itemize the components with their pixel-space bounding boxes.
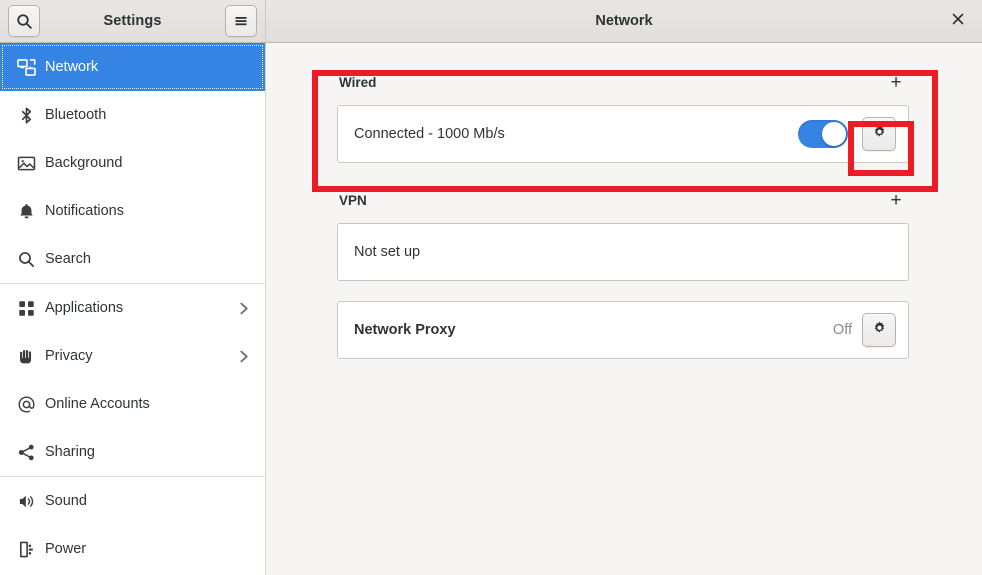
window-body: Network Bluetooth Back <box>0 43 982 575</box>
vpn-row[interactable]: Not set up <box>338 224 908 280</box>
close-window-button[interactable] <box>946 9 970 33</box>
sidebar-item-privacy[interactable]: Privacy <box>0 332 265 380</box>
network-wired-icon <box>12 58 40 77</box>
sidebar-item-network[interactable]: Network <box>0 43 265 91</box>
add-vpn-button[interactable]: + <box>885 189 907 211</box>
sidebar-item-label: Network <box>45 59 251 75</box>
speaker-volume-icon <box>12 492 40 511</box>
settings-window: Settings Network <box>0 0 982 575</box>
search-icon <box>16 13 33 30</box>
wired-card: Connected - 1000 Mb/s <box>337 105 909 163</box>
bell-icon <box>12 202 40 221</box>
sidebar-item-search[interactable]: Search <box>0 235 265 283</box>
network-proxy-card: Network Proxy Off <box>337 301 909 359</box>
headerbar-main-section: Network <box>266 0 982 42</box>
chevron-right-icon <box>235 302 251 315</box>
sidebar-item-background[interactable]: Background <box>0 139 265 187</box>
hand-privacy-icon <box>12 347 40 366</box>
headerbar-sidebar-section: Settings <box>0 0 266 42</box>
section-spacer <box>337 163 909 185</box>
sidebar-item-label: Power <box>45 541 251 557</box>
section-spacer <box>337 281 909 301</box>
sidebar-item-label: Bluetooth <box>45 107 251 123</box>
sidebar-item-sharing[interactable]: Sharing <box>0 428 265 476</box>
wired-connection-row[interactable]: Connected - 1000 Mb/s <box>338 106 908 162</box>
wired-group-header: Wired + <box>337 67 909 97</box>
sidebar-item-label: Search <box>45 251 251 267</box>
sidebar-item-label: Background <box>45 155 251 171</box>
sidebar-item-label: Notifications <box>45 203 251 219</box>
window-headerbar: Settings Network <box>0 0 982 43</box>
toggle-knob <box>822 122 846 146</box>
sidebar-item-label: Sharing <box>45 444 251 460</box>
bluetooth-icon <box>12 106 40 125</box>
share-nodes-icon <box>12 443 40 462</box>
vpn-group-header: VPN + <box>337 185 909 215</box>
search-button[interactable] <box>8 5 40 37</box>
battery-power-icon <box>12 540 40 559</box>
vpn-card: Not set up <box>337 223 909 281</box>
search-icon <box>12 250 40 269</box>
grid-apps-icon <box>12 299 40 318</box>
at-sign-icon <box>12 395 40 414</box>
sidebar-item-label: Applications <box>45 300 235 316</box>
page-title: Network <box>266 13 982 29</box>
vpn-title: VPN <box>339 193 885 208</box>
wired-toggle-switch[interactable] <box>798 120 848 148</box>
sidebar-item-label: Privacy <box>45 348 235 364</box>
close-icon <box>952 12 964 30</box>
settings-sidebar: Network Bluetooth Back <box>0 43 266 575</box>
vpn-status-label: Not set up <box>354 244 896 260</box>
sidebar-item-online-accounts[interactable]: Online Accounts <box>0 380 265 428</box>
hamburger-menu-icon <box>233 13 249 29</box>
sidebar-item-label: Sound <box>45 493 251 509</box>
sidebar-item-bluetooth[interactable]: Bluetooth <box>0 91 265 139</box>
network-proxy-settings-button[interactable] <box>862 313 896 347</box>
sidebar-item-sound[interactable]: Sound <box>0 477 265 525</box>
background-image-icon <box>12 154 40 173</box>
main-menu-button[interactable] <box>225 5 257 37</box>
network-proxy-label: Network Proxy <box>354 322 833 338</box>
sidebar-item-notifications[interactable]: Notifications <box>0 187 265 235</box>
wired-title: Wired <box>339 75 885 90</box>
chevron-right-icon <box>235 350 251 363</box>
network-content: Wired + Connected - 1000 Mb/s <box>337 43 909 359</box>
gear-icon <box>871 319 888 341</box>
app-title: Settings <box>40 13 225 29</box>
network-proxy-row[interactable]: Network Proxy Off <box>338 302 908 358</box>
network-proxy-state: Off <box>833 322 852 338</box>
wired-status-label: Connected - 1000 Mb/s <box>354 126 798 142</box>
sidebar-item-label: Online Accounts <box>45 396 251 412</box>
network-panel: Wired + Connected - 1000 Mb/s <box>266 43 982 575</box>
sidebar-item-applications[interactable]: Applications <box>0 284 265 332</box>
sidebar-item-power[interactable]: Power <box>0 525 265 573</box>
wired-settings-button[interactable] <box>862 117 896 151</box>
add-wired-connection-button[interactable]: + <box>885 71 907 93</box>
gear-icon <box>871 123 888 145</box>
